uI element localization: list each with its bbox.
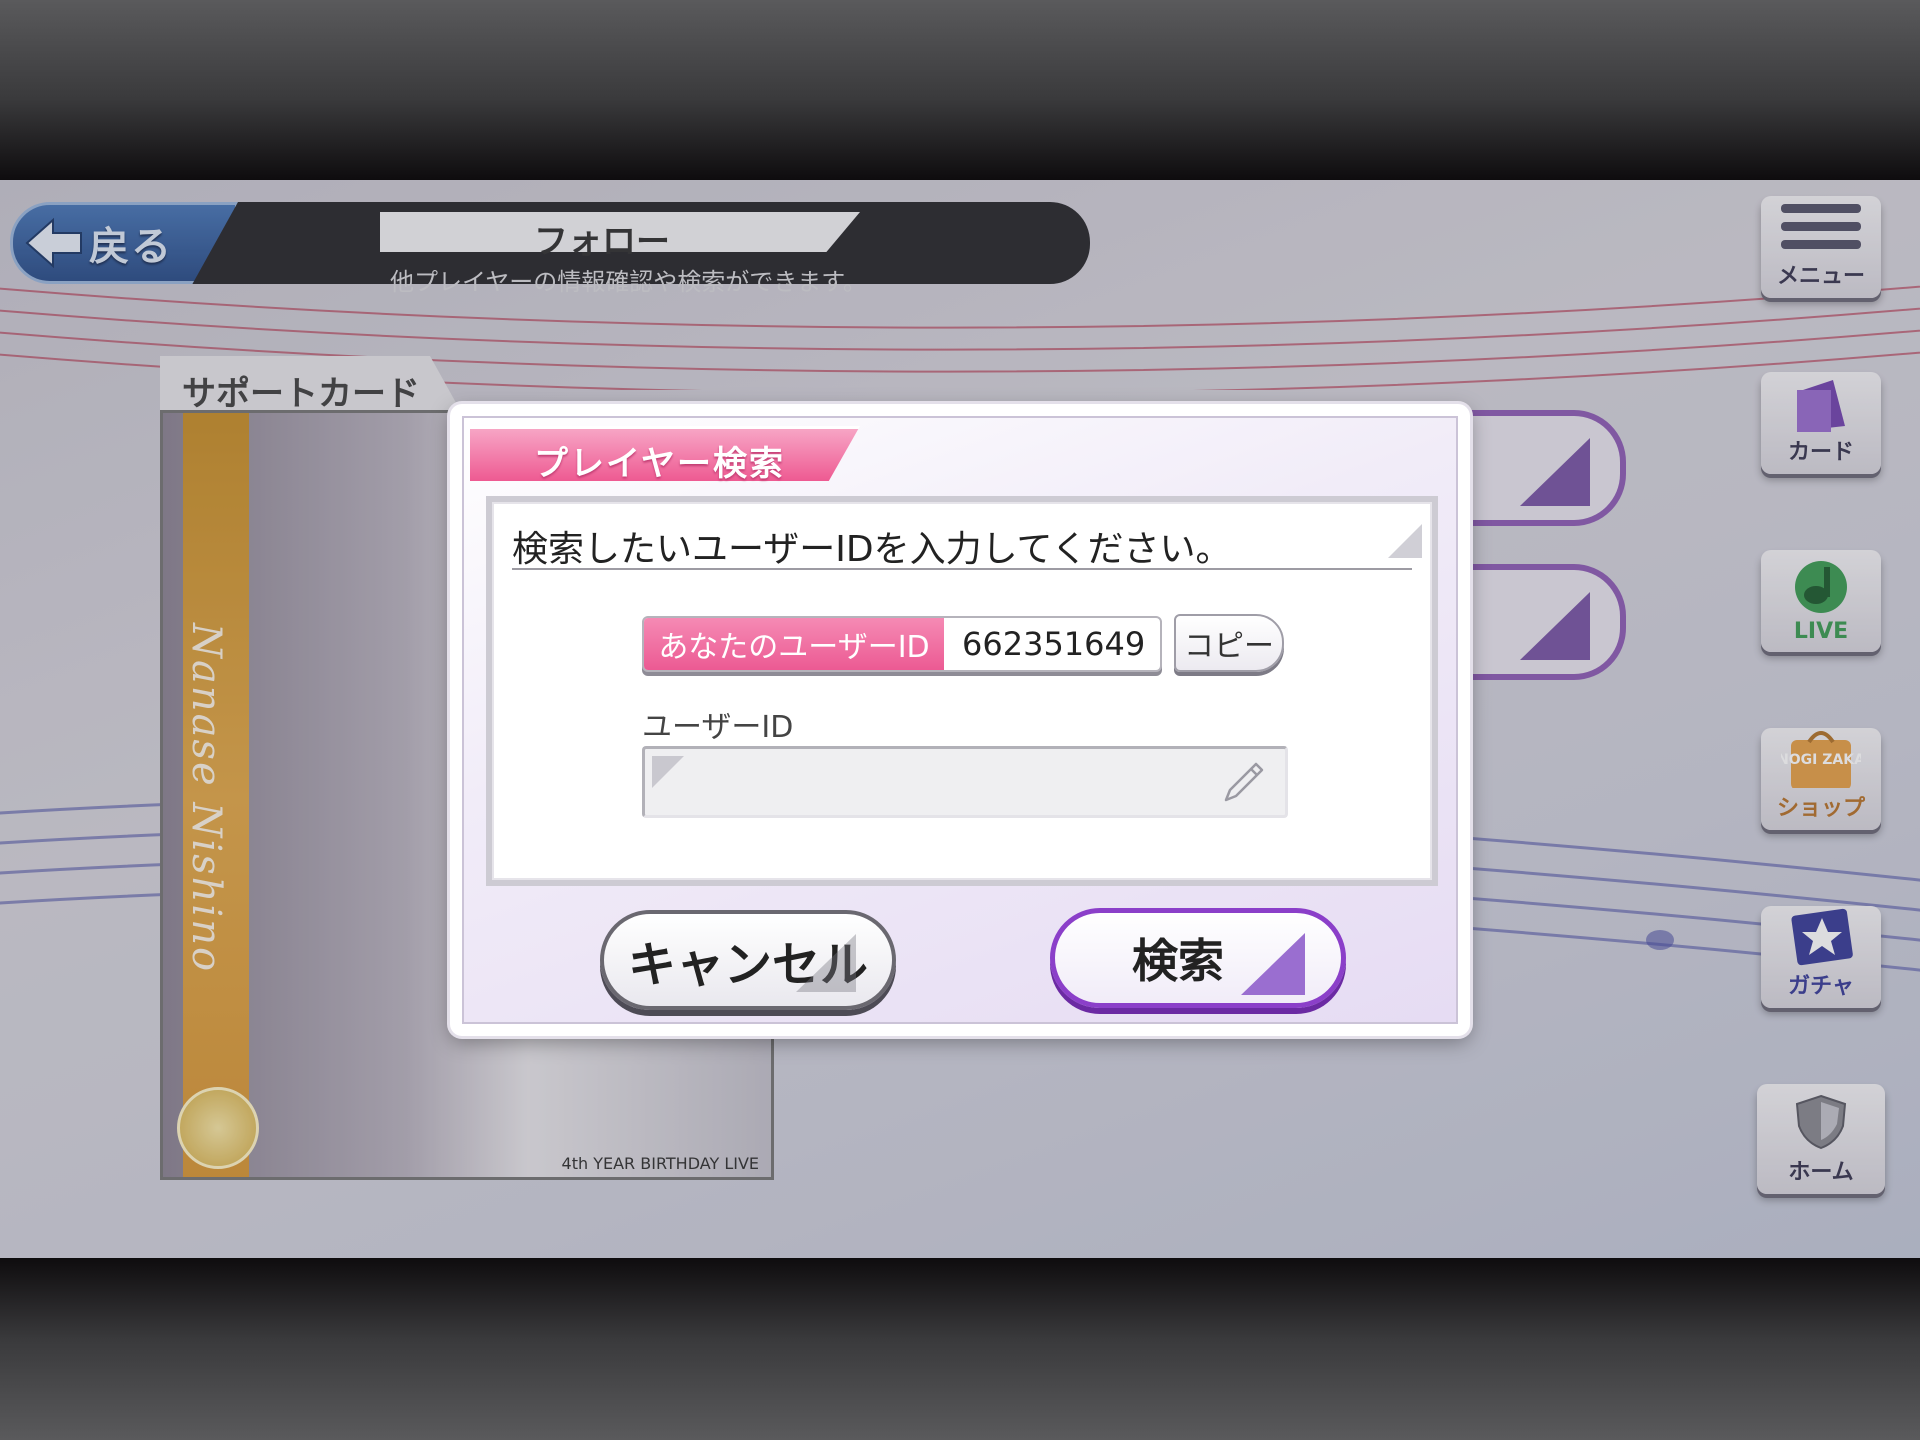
cancel-button[interactable]: キャンセル [600,910,896,1010]
dialog-content-panel: 検索したいユーザーIDを入力してください。 あなたのユーザーID 6623516… [486,496,1438,886]
instruction-text: 検索したいユーザーIDを入力してください。 [512,520,1412,570]
dialog-inner-panel: プレイヤー検索 検索したいユーザーIDを入力してください。 あなたのユーザーID… [462,416,1458,1024]
copy-button[interactable]: コピー [1174,614,1284,672]
search-button[interactable]: 検索 [1050,908,1346,1008]
dialog-title: プレイヤー検索 [534,444,785,484]
letterbox-top [0,0,1920,180]
my-user-id-value: 662351649 [962,625,1146,663]
my-user-id-box: あなたのユーザーID 662351649 [642,616,1162,672]
triangle-icon [796,934,856,992]
letterbox-bottom [0,1258,1920,1440]
my-user-id-label: あなたのユーザーID [644,618,944,670]
user-id-input[interactable] [642,746,1288,818]
search-button-label: 検索 [1132,934,1224,988]
user-id-field-label: ユーザーID [642,710,794,745]
triangle-icon [1241,933,1305,995]
player-search-dialog: プレイヤー検索 検索したいユーザーIDを入力してください。 あなたのユーザーID… [450,404,1470,1036]
corner-triangle-icon [1388,524,1422,558]
